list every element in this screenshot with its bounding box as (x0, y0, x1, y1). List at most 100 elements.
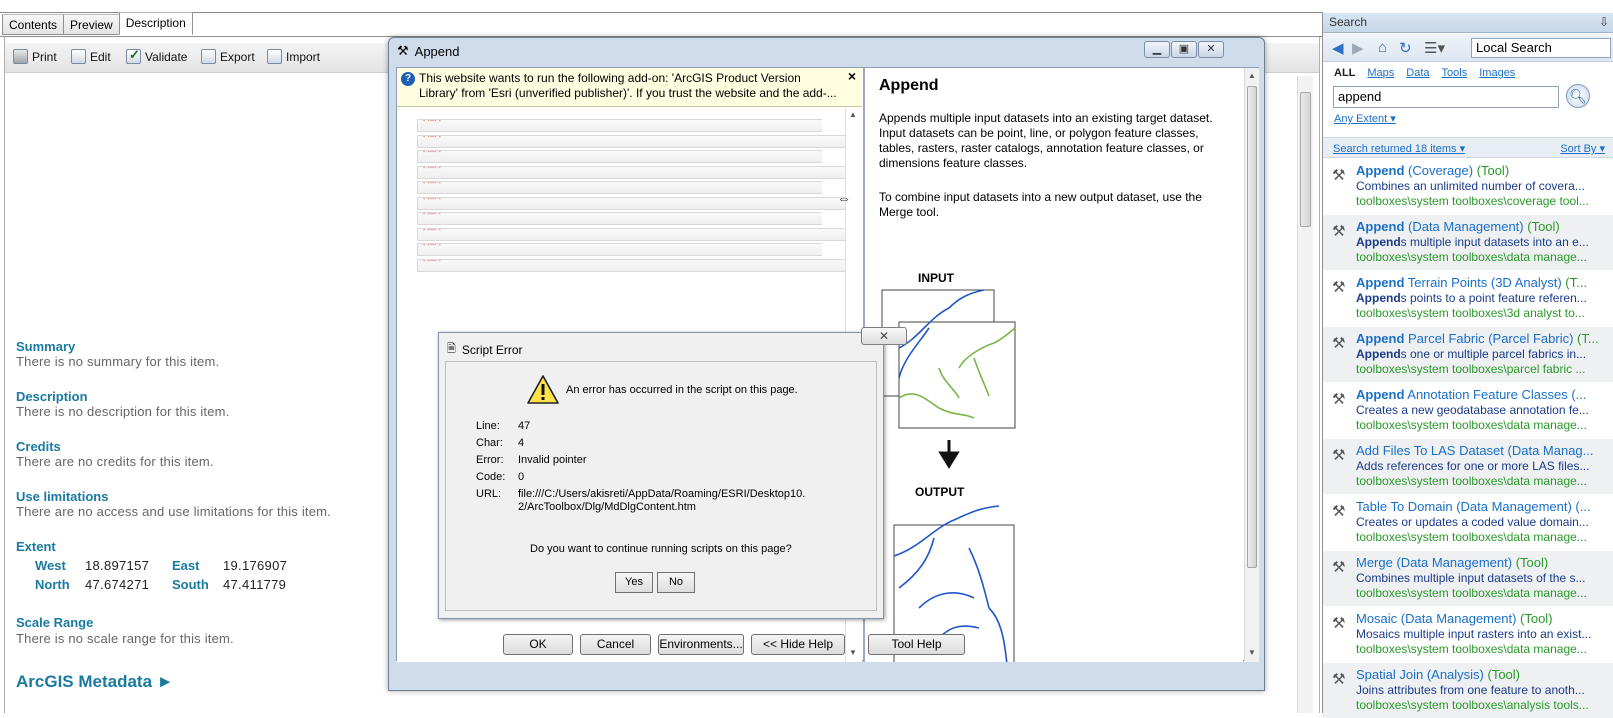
search-result-item[interactable]: ⚒ Add Files To LAS Dataset (Data Manag...… (1323, 439, 1613, 494)
maximize-button[interactable]: ▣ (1171, 41, 1197, 58)
import-button[interactable]: Import (267, 49, 320, 64)
search-scope-dropdown[interactable]: Local Search (1471, 38, 1611, 58)
resize-splitter-icon[interactable]: ⇔ (837, 190, 851, 206)
parameter-row[interactable]: - ---- - (417, 180, 822, 194)
parameter-row[interactable]: - ---- - (417, 165, 845, 179)
minimize-button[interactable]: ▁ (1144, 41, 1170, 58)
arcgis-metadata-link[interactable]: ArcGIS Metadata ► (16, 672, 174, 692)
result-title[interactable]: Append Terrain Points (3D Analyst) (T... (1356, 275, 1587, 290)
no-button[interactable]: No (657, 572, 695, 593)
export-button[interactable]: Export (201, 49, 255, 64)
result-title[interactable]: Merge (Data Management) (Tool) (1356, 555, 1548, 570)
results-count[interactable]: Search returned 18 items ▾ (1333, 142, 1465, 155)
top-divider (0, 12, 1322, 13)
tab-contents[interactable]: Contents (2, 14, 65, 35)
options-icon[interactable]: ☰▾ (1424, 39, 1445, 57)
result-title[interactable]: Spatial Join (Analysis) (Tool) (1356, 667, 1520, 682)
result-title[interactable]: Add Files To LAS Dataset (Data Manag... (1356, 443, 1594, 458)
result-title[interactable]: Mosaic (Data Management) (Tool) (1356, 611, 1553, 626)
filter-maps[interactable]: Maps (1367, 67, 1394, 79)
parameter-row[interactable]: - ---- - (417, 242, 822, 256)
search-result-item[interactable]: ⚒ Mosaic (Data Management) (Tool) Mosaics … (1323, 607, 1613, 662)
sort-by-dropdown[interactable]: Sort By ▾ (1560, 142, 1605, 155)
filter-tools[interactable]: Tools (1442, 67, 1468, 79)
help-scrollbar[interactable]: ▲ ▼ (1244, 68, 1259, 662)
extent-east-label: East (172, 558, 200, 573)
tab-preview[interactable]: Preview (63, 14, 120, 35)
scroll-up-icon[interactable]: ▲ (849, 110, 857, 119)
help-scrollbar-thumb[interactable] (1247, 86, 1257, 568)
search-result-item[interactable]: ⚒ Table To Domain (Data Management) (... C… (1323, 495, 1613, 550)
parameter-placeholder: - ---- - (423, 133, 441, 141)
search-result-item[interactable]: ⚒ Append (Coverage) (Tool) Combines an unl… (1323, 159, 1613, 214)
environments-button[interactable]: Environments... (658, 634, 744, 655)
parameter-row[interactable]: - ---- - (417, 118, 822, 132)
close-button[interactable]: ✕ (861, 327, 907, 345)
extent-filter[interactable]: Any Extent ▾ (1334, 112, 1396, 125)
yes-button[interactable]: Yes (615, 572, 653, 593)
continue-question: Do you want to continue running scripts … (530, 543, 792, 555)
result-path: toolboxes\system toolboxes\data manage..… (1356, 642, 1587, 656)
result-title[interactable]: Append (Data Management) (Tool) (1356, 219, 1560, 234)
line-label: Line: (476, 420, 500, 432)
search-result-item[interactable]: ⚒ Spatial Join (Analysis) (Tool) Joins att… (1323, 663, 1613, 718)
cancel-button[interactable]: Cancel (580, 634, 651, 655)
scroll-up-icon[interactable]: ▲ (1248, 71, 1256, 80)
parameter-placeholder: - ---- - (423, 242, 441, 249)
refresh-icon[interactable]: ↻ (1399, 39, 1412, 57)
scroll-down-icon[interactable]: ▼ (1248, 648, 1256, 657)
result-path: toolboxes\system toolboxes\data manage..… (1356, 586, 1587, 600)
search-input[interactable]: append (1333, 86, 1559, 108)
url-label: URL: (476, 488, 502, 500)
validate-button[interactable]: Validate (126, 47, 187, 64)
result-description: Adds references for one or more LAS file… (1356, 459, 1590, 473)
pin-icon[interactable]: ⇩ (1599, 15, 1609, 29)
parameter-row[interactable]: - ---- - (417, 196, 845, 210)
close-button[interactable]: ✕ (1198, 41, 1224, 58)
parameter-placeholder: - ---- - (423, 211, 441, 218)
extent-north-value: 47.674271 (85, 577, 150, 592)
filter-all[interactable]: ALL (1334, 67, 1355, 79)
back-arrow-icon[interactable]: ◀ (1332, 39, 1344, 57)
search-result-item[interactable]: ⚒ Append Terrain Points (3D Analyst) (T..… (1323, 271, 1613, 326)
scrollbar-thumb[interactable] (1300, 92, 1311, 227)
result-title[interactable]: Append Annotation Feature Classes (... (1356, 387, 1587, 402)
result-title[interactable]: Table To Domain (Data Management) (... (1356, 499, 1591, 514)
line-value: 47 (518, 420, 531, 432)
result-description: Joins attributes from one feature to ano… (1356, 683, 1585, 697)
parameter-placeholder: - ---- - (423, 226, 441, 234)
description-scrollbar[interactable] (1297, 76, 1313, 713)
result-description: Appends one or multiple parcel fabrics i… (1356, 347, 1587, 361)
parameter-row[interactable]: - ---- - (417, 258, 845, 272)
close-icon[interactable]: × (848, 69, 856, 84)
catalog-tabs: Contents Preview Description (2, 12, 193, 36)
result-title[interactable]: Append (Coverage) (Tool) (1356, 163, 1509, 178)
forward-arrow-icon[interactable]: ▶ (1352, 39, 1364, 57)
tool-help-button[interactable]: Tool Help (868, 634, 965, 655)
filter-images[interactable]: Images (1479, 67, 1515, 79)
addon-notification-bar[interactable]: ? This website wants to run the followin… (397, 68, 862, 107)
hide-help-button[interactable]: << Hide Help (751, 634, 845, 655)
ok-button[interactable]: OK (503, 634, 573, 655)
search-result-item[interactable]: ⚒ Append (Data Management) (Tool) Appends … (1323, 215, 1613, 270)
parameter-row[interactable]: - ---- - (417, 133, 845, 148)
search-result-item[interactable]: ⚒ Merge (Data Management) (Tool) Combines … (1323, 551, 1613, 606)
print-button[interactable]: Print (13, 49, 57, 64)
edit-button[interactable]: Edit (71, 49, 111, 64)
search-title-text: Search (1329, 15, 1368, 29)
parameter-row[interactable]: - ---- - (417, 211, 822, 225)
parameter-row[interactable]: - ---- - (417, 226, 845, 241)
home-icon[interactable]: ⌂ (1378, 39, 1387, 56)
search-result-item[interactable]: ⚒ Append Parcel Fabric (Parcel Fabric) (T… (1323, 327, 1613, 382)
error-label: Error: (476, 454, 504, 466)
search-result-item[interactable]: ⚒ Append Annotation Feature Classes (... C… (1323, 383, 1613, 438)
parameter-row[interactable]: - ---- - (417, 149, 822, 163)
filter-data[interactable]: Data (1406, 67, 1429, 79)
result-description: Combines multiple input datasets of the … (1356, 571, 1586, 585)
description-heading: Description (16, 389, 88, 404)
search-icon[interactable]: 🔍︎ (1566, 84, 1590, 108)
tab-description[interactable]: Description (118, 12, 193, 35)
result-title[interactable]: Append Parcel Fabric (Parcel Fabric) (T.… (1356, 331, 1599, 346)
scroll-down-icon[interactable]: ▼ (849, 648, 857, 657)
hammer-icon: ⚒ (1332, 503, 1346, 520)
